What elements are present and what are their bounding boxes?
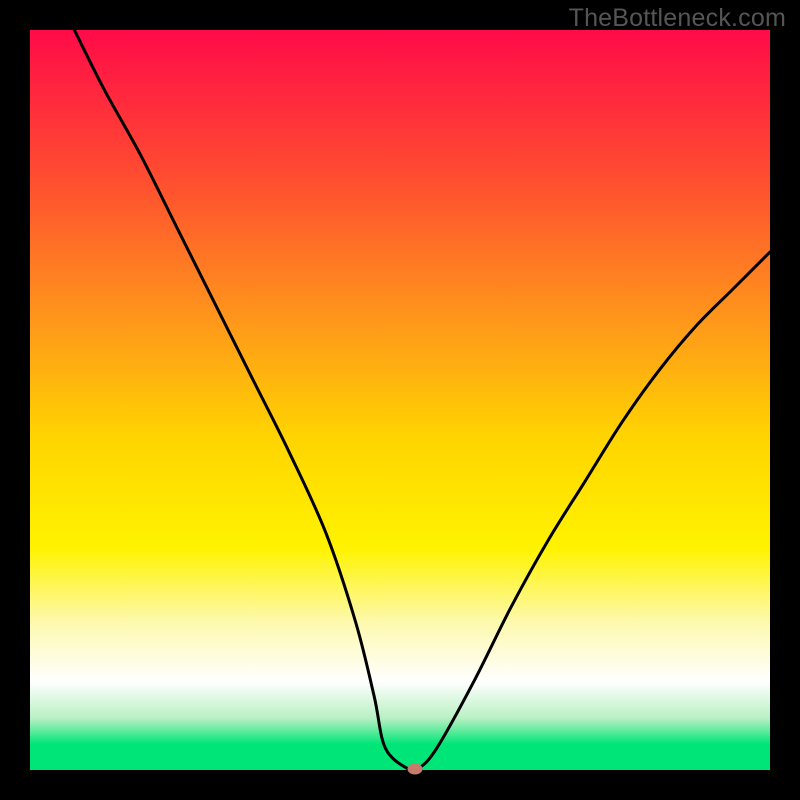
optimum-marker — [407, 763, 422, 774]
chart-frame: TheBottleneck.com — [0, 0, 800, 800]
bottleneck-curve — [74, 30, 770, 770]
curve-layer — [30, 30, 770, 770]
plot-area — [30, 30, 770, 770]
watermark-text: TheBottleneck.com — [569, 4, 786, 33]
